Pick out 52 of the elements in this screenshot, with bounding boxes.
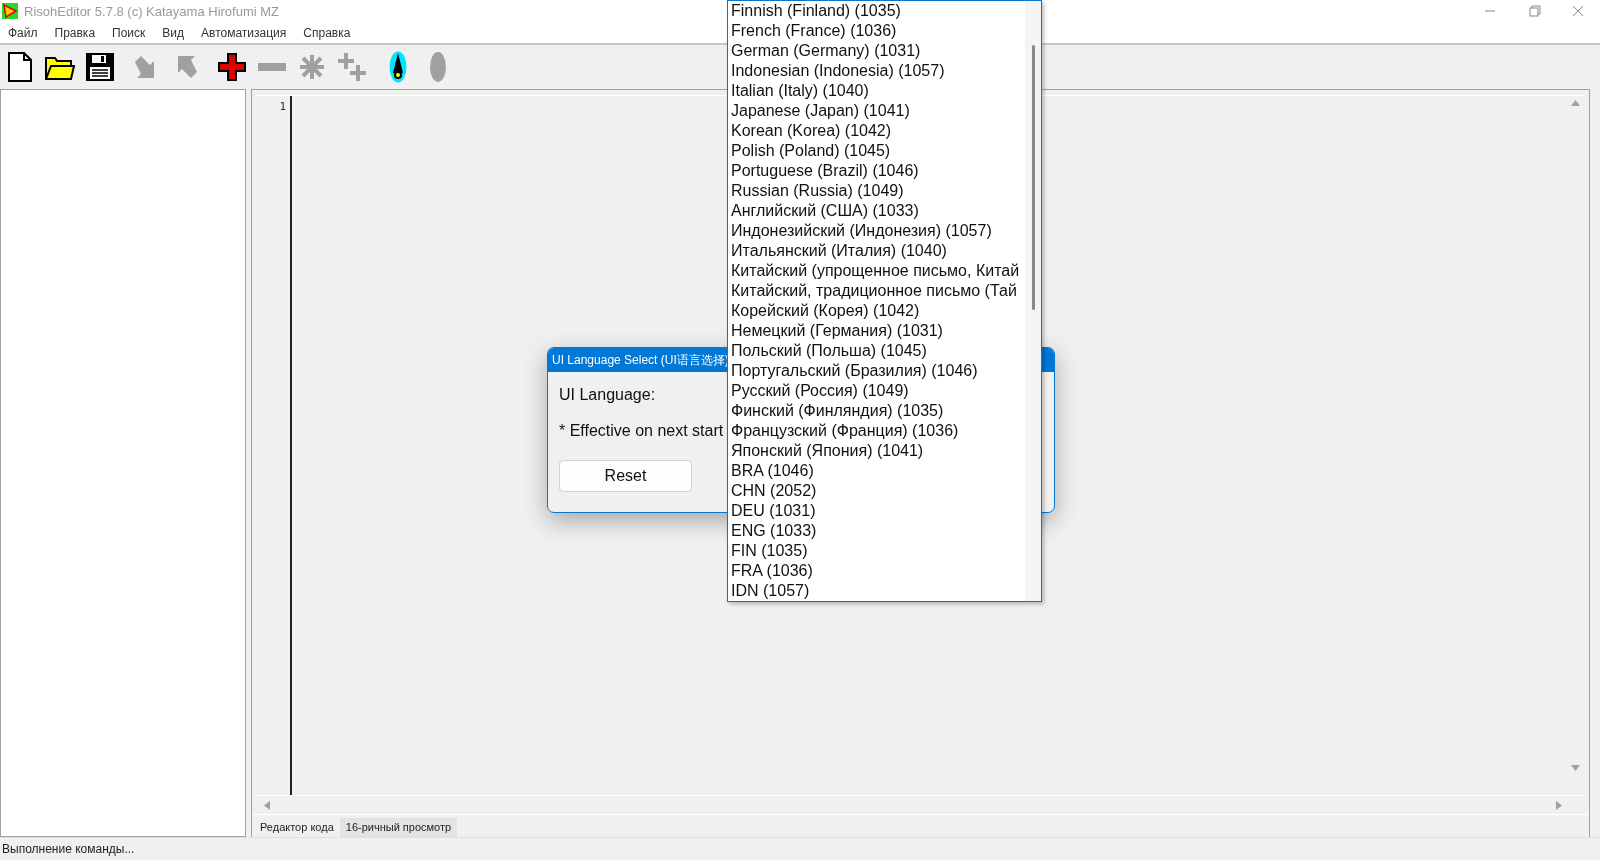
list-option[interactable]: Portuguese (Brazil) (1046) <box>728 161 1025 181</box>
list-option[interactable]: Французский (Франция) (1036) <box>728 421 1025 441</box>
scroll-left-icon[interactable] <box>264 800 270 810</box>
menu-item[interactable]: Справка <box>301 25 353 40</box>
list-option[interactable]: Polish (Poland) (1045) <box>728 141 1025 161</box>
compass-needle-icon[interactable] <box>389 51 407 83</box>
app-logo-icon <box>2 3 18 19</box>
list-option[interactable]: Индонезийский (Индонезия) (1057) <box>728 221 1025 241</box>
note-text: * Effective on next start <box>559 422 724 440</box>
window-title: RisohEditor 5.7.8 (c) Katayama Hirofumi MZ <box>24 3 280 19</box>
list-option[interactable]: Китайский, традиционное письмо (Тай <box>728 281 1025 301</box>
scrollbar-thumb[interactable] <box>1031 45 1035 310</box>
list-option[interactable]: Итальянский (Италия) (1040) <box>728 241 1025 261</box>
list-option[interactable]: Русский (Россия) (1049) <box>728 381 1025 401</box>
scroll-down-icon[interactable] <box>1571 765 1580 771</box>
status-text: Выполнение команды... <box>2 842 135 856</box>
menu-item[interactable]: Правка <box>52 25 98 40</box>
list-option[interactable]: BRA (1046) <box>728 461 1025 481</box>
list-option[interactable]: Korean (Korea) (1042) <box>728 121 1025 141</box>
list-option[interactable]: French (France) (1036) <box>728 21 1025 41</box>
reset-button[interactable]: Reset <box>559 460 692 492</box>
list-option[interactable]: Финский (Финляндия) (1035) <box>728 401 1025 421</box>
list-option[interactable]: Китайский (упрощенное письмо, Китай <box>728 261 1025 281</box>
list-option[interactable]: Немецкий (Германия) (1031) <box>728 321 1025 341</box>
list-option[interactable]: Английский (США) (1033) <box>728 201 1025 221</box>
list-option[interactable]: ENG (1033) <box>728 521 1025 541</box>
menu-item[interactable]: Автоматизация <box>199 25 289 40</box>
list-option[interactable]: Russian (Russia) (1049) <box>728 181 1025 201</box>
list-option[interactable]: Корейский (Корея) (1042) <box>728 301 1025 321</box>
menu-item[interactable]: Поиск <box>110 25 148 40</box>
list-option[interactable]: German (Germany) (1031) <box>728 41 1025 61</box>
list-option[interactable]: DEU (1031) <box>728 501 1025 521</box>
list-option[interactable]: Finnish (Finland) (1035) <box>728 1 1025 21</box>
tab[interactable]: 16-ричный просмотр <box>339 818 458 837</box>
scroll-right-icon[interactable] <box>1556 800 1562 810</box>
list-option[interactable]: IDN (1057) <box>728 581 1025 601</box>
list-option[interactable]: Italian (Italy) (1040) <box>728 81 1025 101</box>
list-option[interactable]: Японский (Япония) (1041) <box>728 441 1025 461</box>
list-option[interactable]: Indonesian (Indonesia) (1057) <box>728 61 1025 81</box>
list-option[interactable]: FIN (1035) <box>728 541 1025 561</box>
line-number: 1 <box>279 100 286 113</box>
list-option[interactable]: CHN (2052) <box>728 481 1025 501</box>
field-label: UI Language: <box>559 386 656 404</box>
list-option[interactable]: Польский (Польша) (1045) <box>728 341 1025 361</box>
menu-item[interactable]: Файл <box>6 25 40 40</box>
scroll-up-icon[interactable] <box>1571 100 1580 106</box>
list-option[interactable]: FRA (1036) <box>728 561 1025 581</box>
menu-item[interactable]: Вид <box>160 25 187 40</box>
new-file-icon[interactable] <box>8 52 32 82</box>
list-option[interactable]: Португальский (Бразилия) (1046) <box>728 361 1025 381</box>
list-option[interactable]: Japanese (Japan) (1041) <box>728 101 1025 121</box>
plus-icon[interactable] <box>218 53 246 81</box>
